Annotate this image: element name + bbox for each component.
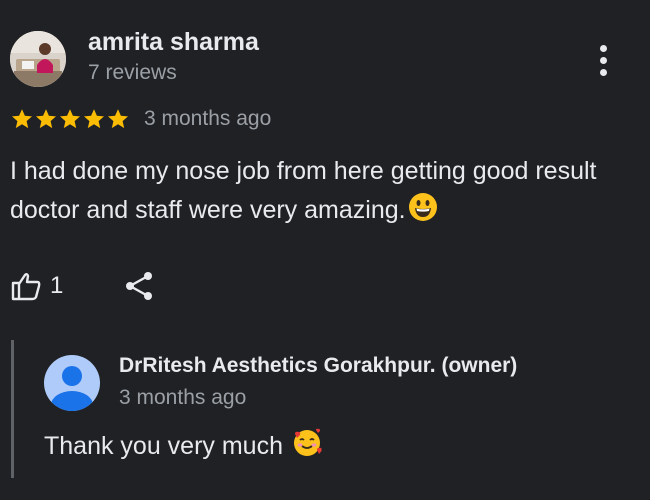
reply-text: Thank you very much	[44, 428, 322, 461]
author-review-count: 7 reviews	[88, 61, 177, 84]
owner-name: DrRitesh Aesthetics Gorakhpur. (owner)	[119, 354, 518, 377]
author-avatar-photo	[10, 31, 66, 87]
star-rating	[10, 107, 130, 131]
review-text: I had done my nose job from here getting…	[10, 152, 630, 230]
person-icon	[44, 355, 100, 411]
more-options-button[interactable]	[588, 38, 618, 82]
author-name[interactable]: amrita sharma	[88, 28, 259, 57]
share-icon	[126, 272, 152, 300]
review-text-content: I had done my nose job from here getting…	[10, 157, 597, 224]
thumbs-up-icon	[11, 273, 41, 301]
like-count: 1	[50, 272, 64, 299]
like-button[interactable]: 1	[10, 266, 63, 306]
star-icon	[84, 109, 104, 129]
star-icon	[36, 109, 56, 129]
rating-row: 3 months ago	[10, 104, 271, 134]
author-avatar[interactable]	[10, 31, 66, 87]
grinning-face-emoji	[408, 193, 437, 221]
review-date: 3 months ago	[144, 107, 272, 130]
star-icon	[60, 109, 80, 129]
smiling-face-with-hearts-emoji	[293, 428, 322, 456]
owner-avatar[interactable]	[44, 355, 100, 411]
owner-reply: DrRitesh Aesthetics Gorakhpur. (owner) 3…	[11, 340, 634, 478]
reply-date: 3 months ago	[119, 386, 247, 409]
star-icon	[12, 109, 32, 129]
share-button[interactable]	[122, 268, 158, 304]
more-vert-icon-dot	[599, 44, 607, 52]
star-icon	[108, 109, 128, 129]
review-card: amrita sharma 7 reviews 3 months ago I h…	[0, 0, 650, 500]
more-vert-icon-dot	[599, 56, 607, 64]
more-vert-icon-dot	[599, 68, 607, 76]
reply-text-content: Thank you very much	[44, 432, 283, 460]
